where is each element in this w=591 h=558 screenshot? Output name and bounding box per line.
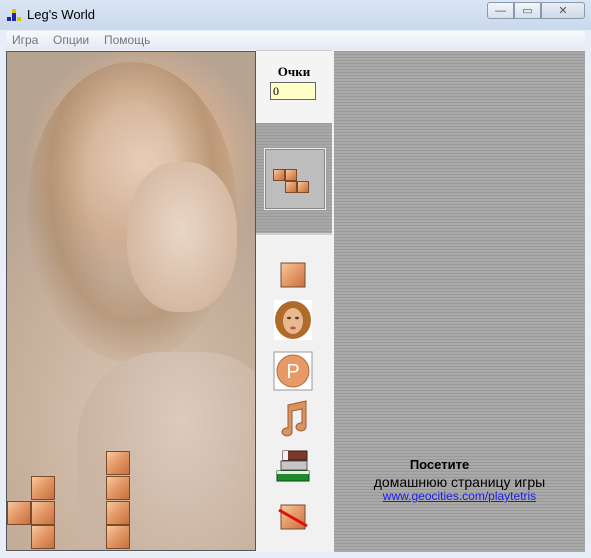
window-title: Leg's World bbox=[27, 7, 95, 22]
menu-game[interactable]: Игра bbox=[12, 33, 38, 47]
board-block bbox=[106, 525, 130, 549]
highscores-button[interactable] bbox=[273, 447, 313, 487]
pause-button[interactable]: P bbox=[273, 351, 313, 391]
no-block-icon bbox=[278, 504, 308, 530]
background-face bbox=[127, 162, 237, 312]
maximize-button[interactable]: ▭ bbox=[514, 2, 541, 19]
promo-text: домашнюю страницу игры bbox=[373, 474, 546, 490]
board-block bbox=[31, 476, 55, 500]
pause-p-icon: P bbox=[273, 351, 313, 391]
board-block bbox=[31, 525, 55, 549]
no-preview-button[interactable] bbox=[273, 497, 313, 537]
menu-options[interactable]: Опции bbox=[53, 33, 89, 47]
next-piece-block bbox=[285, 181, 297, 193]
app-icon bbox=[7, 9, 21, 21]
close-button[interactable]: ✕ bbox=[541, 2, 585, 19]
music-button[interactable] bbox=[273, 399, 313, 439]
board-block bbox=[7, 501, 31, 525]
menu-bar: Игра Опции Помощь bbox=[6, 31, 585, 51]
books-icon bbox=[276, 450, 310, 482]
close-icon: ✕ bbox=[558, 5, 568, 17]
maximize-icon: ▭ bbox=[522, 5, 533, 17]
square-block-icon bbox=[280, 262, 306, 288]
minimize-button[interactable]: — bbox=[487, 2, 514, 19]
next-piece-block bbox=[297, 181, 309, 193]
game-board[interactable] bbox=[6, 51, 256, 551]
promo-title: Посетите bbox=[409, 457, 470, 472]
minimize-icon: — bbox=[495, 4, 506, 17]
score-label: Очки bbox=[277, 64, 311, 79]
square-block-button[interactable] bbox=[273, 255, 313, 295]
score-value: 0 bbox=[270, 82, 316, 100]
board-block bbox=[106, 476, 130, 500]
next-piece-panel bbox=[256, 123, 332, 233]
music-note-icon bbox=[281, 400, 307, 437]
menu-help[interactable]: Помощь bbox=[104, 33, 150, 47]
board-block bbox=[106, 451, 130, 475]
girl-portrait-icon bbox=[274, 300, 312, 340]
svg-text:P: P bbox=[286, 361, 299, 383]
next-piece-block bbox=[285, 169, 297, 181]
tools-panel: P bbox=[256, 235, 332, 552]
next-piece-block bbox=[273, 169, 285, 181]
homepage-link[interactable]: www.geocities.com/playtetris bbox=[334, 489, 585, 503]
board-block bbox=[31, 501, 55, 525]
score-panel: Очки 0 bbox=[256, 51, 332, 123]
board-block bbox=[106, 501, 130, 525]
next-piece-preview bbox=[264, 148, 326, 210]
background-shoulder bbox=[77, 352, 255, 550]
title-bar: Leg's World — ▭ ✕ bbox=[0, 0, 591, 30]
picture-button[interactable] bbox=[273, 300, 313, 340]
